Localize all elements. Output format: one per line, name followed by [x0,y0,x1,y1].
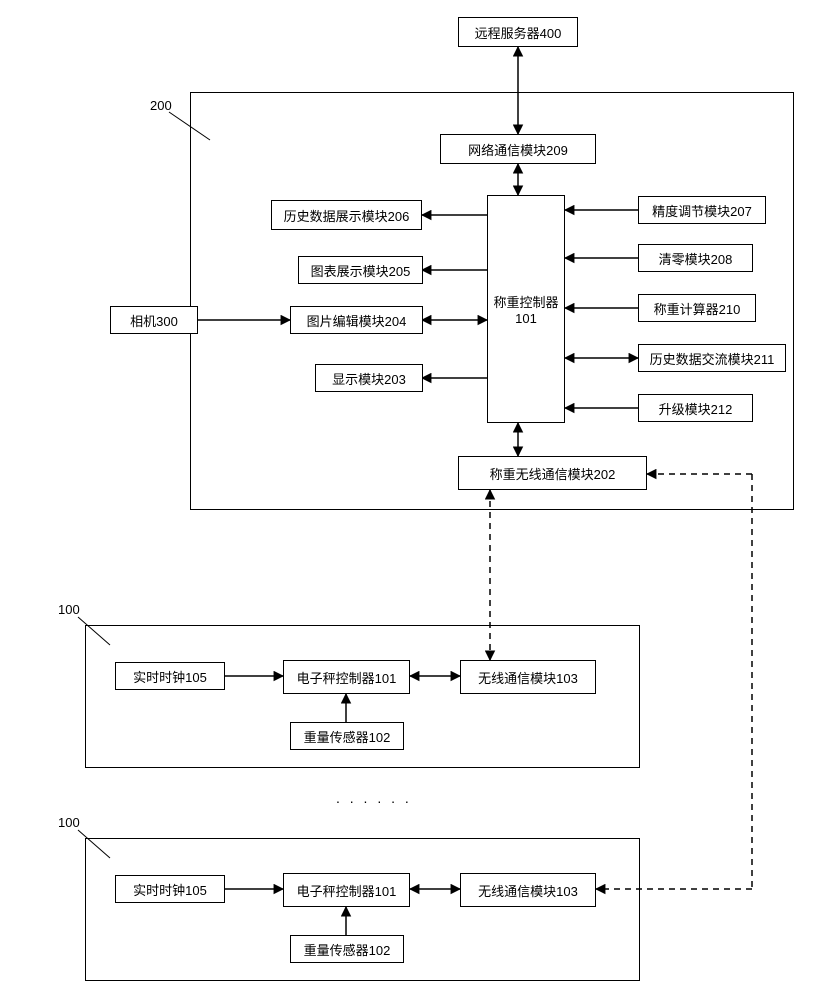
net-comm-box: 网络通信模块209 [440,134,596,164]
ellipsis: . . . . . . [336,790,412,806]
weigh-calc-box: 称重计算器210 [638,294,756,322]
weight-sensor1-box: 重量传感器102 [290,722,404,750]
scale-ctrl2-box: 电子秤控制器101 [283,873,410,907]
container-100a-label: 100 [58,602,80,617]
chart-display-box: 图表展示模块205 [298,256,423,284]
precision-box: 精度调节模块207 [638,196,766,224]
weigh-controller-label: 称重控制器 101 [493,292,558,326]
precision-label: 精度调节模块207 [652,201,752,220]
scale-ctrl2-label: 电子秤控制器101 [297,881,397,900]
weigh-wireless-box: 称重无线通信模块202 [458,456,647,490]
rtc1-label: 实时时钟105 [133,667,207,686]
zero-box: 清零模块208 [638,244,753,272]
container-200-label: 200 [150,98,172,113]
diagram-canvas: 远程服务器400 200 相机300 网络通信模块209 历史数据展示模块206… [0,0,830,1000]
net-comm-label: 网络通信模块209 [468,140,568,159]
remote-server-box: 远程服务器400 [458,17,578,47]
wireless1-label: 无线通信模块103 [478,668,578,687]
img-edit-label: 图片编辑模块204 [307,311,407,330]
wireless1-box: 无线通信模块103 [460,660,596,694]
weight-sensor2-label: 重量传感器102 [304,940,391,959]
scale-ctrl1-label: 电子秤控制器101 [297,668,397,687]
upgrade-box: 升级模块212 [638,394,753,422]
remote-server-label: 远程服务器400 [475,23,562,42]
history-display-label: 历史数据展示模块206 [284,206,410,225]
wireless2-box: 无线通信模块103 [460,873,596,907]
rtc2-label: 实时时钟105 [133,880,207,899]
camera-label: 相机300 [130,311,178,330]
weigh-calc-label: 称重计算器210 [654,299,741,318]
wireless2-label: 无线通信模块103 [478,881,578,900]
upgrade-label: 升级模块212 [659,399,733,418]
hist-exchange-box: 历史数据交流模块211 [638,344,786,372]
chart-display-label: 图表展示模块205 [311,261,411,280]
img-edit-box: 图片编辑模块204 [290,306,423,334]
display-box: 显示模块203 [315,364,423,392]
display-label: 显示模块203 [332,369,406,388]
zero-label: 清零模块208 [659,249,733,268]
scale-ctrl1-box: 电子秤控制器101 [283,660,410,694]
weight-sensor2-box: 重量传感器102 [290,935,404,963]
weight-sensor1-label: 重量传感器102 [304,727,391,746]
history-display-box: 历史数据展示模块206 [271,200,422,230]
rtc2-box: 实时时钟105 [115,875,225,903]
container-100b-label: 100 [58,815,80,830]
hist-exchange-label: 历史数据交流模块211 [650,349,775,368]
rtc1-box: 实时时钟105 [115,662,225,690]
weigh-wireless-label: 称重无线通信模块202 [490,464,616,483]
weigh-controller-box: 称重控制器 101 [487,195,565,423]
camera-box: 相机300 [110,306,198,334]
